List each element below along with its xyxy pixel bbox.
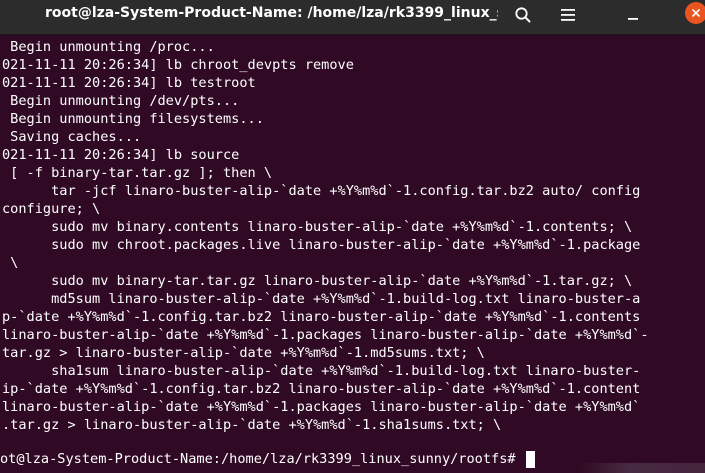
- terminal-line: tar.gz > linaro-buster-alip-`date +%Y%m%…: [2, 345, 485, 361]
- search-icon: [514, 6, 532, 24]
- terminal-line: sudo mv chroot.packages.live linaro-bust…: [2, 237, 641, 253]
- terminal-line: [ -f binary-tar.tar.gz ]; then \: [2, 165, 273, 181]
- terminal-line: 021-11-11 20:26:34] lb testroot: [2, 75, 256, 91]
- terminal-line: configure; \: [2, 201, 101, 217]
- terminal-line: linaro-buster-alip-`date +%Y%m%d`-1.pack…: [2, 327, 649, 343]
- close-icon: [691, 8, 701, 18]
- window-title: root@lza-System-Product-Name: /home/lza/…: [45, 5, 498, 21]
- terminal-line: .tar.gz > linaro-buster-alip-`date +%Y%m…: [2, 417, 502, 433]
- terminal-line: tar -jcf linaro-buster-alip-`date +%Y%m%…: [2, 183, 641, 199]
- command-prompt[interactable]: ot@lza-System-Product-Name:/home/lza/rk3…: [0, 450, 535, 468]
- terminal-line: Begin unmounting /dev/pts...: [2, 93, 240, 109]
- terminal-line: ip-`date +%Y%m%d`-1.config.tar.bz2 linar…: [2, 381, 641, 397]
- terminal-output[interactable]: Begin unmounting /proc... 021-11-11 20:2…: [0, 36, 705, 473]
- terminal-line: sudo mv binary-tar.tar.gz linaro-buster-…: [2, 273, 633, 289]
- terminal-line: Saving caches...: [2, 129, 142, 145]
- terminal-line: \: [2, 255, 19, 271]
- prompt-text: ot@lza-System-Product-Name:/home/lza/rk3…: [0, 451, 524, 467]
- terminal-line: sha1sum linaro-buster-alip-`date +%Y%m%d…: [2, 363, 641, 379]
- terminal-line: md5sum linaro-buster-alip-`date +%Y%m%d`…: [2, 291, 641, 307]
- terminal-line: Begin unmounting filesystems...: [2, 111, 264, 127]
- terminal-line: p-`date +%Y%m%d`-1.config.tar.bz2 linaro…: [2, 309, 641, 325]
- background-overlap: [580, 463, 705, 473]
- terminal-window: root@lza-System-Product-Name: /home/lza/…: [0, 0, 705, 473]
- terminal-line: 021-11-11 20:26:34] lb source: [2, 147, 240, 163]
- terminal-line: Begin unmounting /proc...: [2, 39, 215, 55]
- minimize-button[interactable]: [618, 0, 648, 30]
- hamburger-menu-icon: [560, 8, 576, 22]
- menu-button[interactable]: [553, 0, 583, 30]
- minimize-icon: [626, 8, 640, 22]
- close-button[interactable]: [682, 0, 705, 30]
- terminal-line: sudo mv binary.contents linaro-buster-al…: [2, 219, 633, 235]
- search-button[interactable]: [508, 0, 538, 30]
- text-cursor: [525, 450, 535, 468]
- terminal-line: 021-11-11 20:26:34] lb chroot_devpts rem…: [2, 57, 354, 73]
- terminal-line: linaro-buster-alip-`date +%Y%m%d`-1.pack…: [2, 399, 641, 415]
- title-bar[interactable]: root@lza-System-Product-Name: /home/lza/…: [0, 0, 705, 35]
